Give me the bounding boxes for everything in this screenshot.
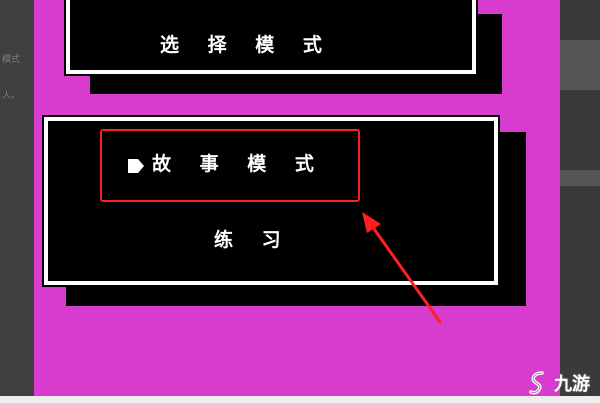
game-bottom-bar xyxy=(0,396,600,403)
watermark-text: 九游 xyxy=(554,374,590,395)
annotation-arrow xyxy=(362,212,442,324)
watermark: 九游 xyxy=(526,370,590,396)
jiuyou-logo-icon xyxy=(529,371,544,395)
